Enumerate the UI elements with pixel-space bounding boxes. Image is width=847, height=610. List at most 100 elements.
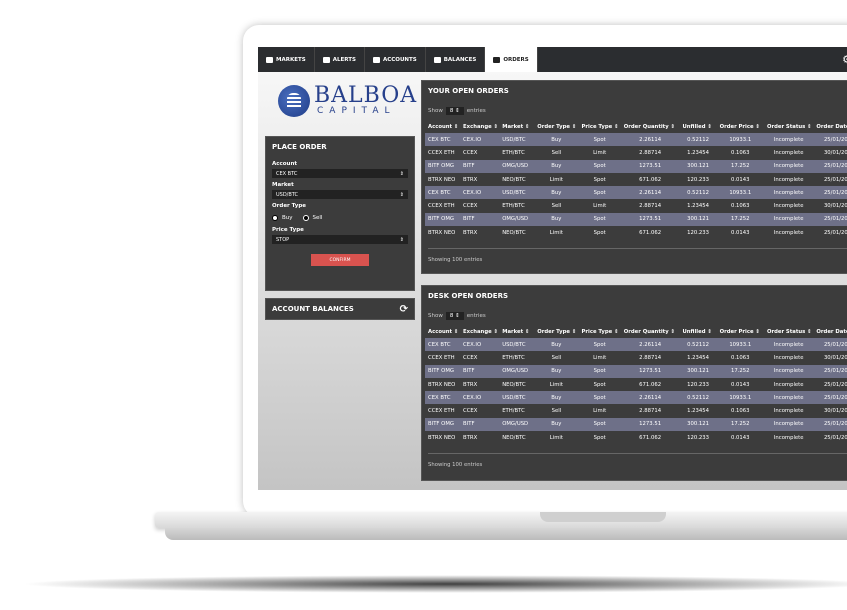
column-header[interactable]: Order Type ⇕: [534, 326, 578, 338]
table-cell: 25/01/2018: [823, 434, 847, 441]
column-header[interactable]: Market ⇕: [499, 121, 534, 133]
table-cell: 30/01/2018: [823, 408, 847, 415]
tab-orders[interactable]: ORDERS: [485, 47, 538, 72]
table-cell: 2.88714: [639, 203, 662, 210]
chart-icon: [266, 56, 273, 63]
table-cell: BTRX: [463, 176, 478, 183]
place-order-panel: PLACE ORDER Account CEX BTC ⇕ Market USD/…: [265, 136, 415, 291]
column-header[interactable]: Unfilled ⇕: [679, 121, 716, 133]
table-cell: 0.0143: [731, 229, 750, 236]
entries-select[interactable]: 8 ⇕: [445, 107, 464, 115]
table-row[interactable]: CEX BTC CEX.IO USD/BTC Buy Spot 2.26114 0.5211…: [425, 338, 847, 352]
gear-icon[interactable]: ⚙: [842, 53, 847, 66]
table-cell: 17.252: [716, 364, 764, 378]
price-type-select[interactable]: STOP ⇕: [272, 235, 408, 244]
panel-title: DESK OPEN ORDERS: [428, 292, 509, 300]
table-cell: BTRX NEO: [428, 176, 456, 183]
table-cell: 300.121: [679, 212, 717, 227]
column-header[interactable]: Market ⇕: [499, 326, 534, 338]
column-header[interactable]: Order Quantity ⇕: [621, 121, 680, 133]
table-cell: 1273.51: [620, 364, 680, 378]
table-cell: BTRX NEO: [428, 381, 456, 388]
table-row[interactable]: CEX BTC CEX.IO USD/BTC Buy Spot 2.26114 0.5211…: [425, 186, 847, 200]
select-arrows-icon: ⇕: [399, 236, 404, 243]
refresh-icon[interactable]: ⟳: [400, 304, 408, 315]
table-cell: USD/BTC: [499, 186, 535, 200]
table-cell: 0.0143: [731, 434, 750, 441]
column-header[interactable]: Price Type ⇕: [579, 121, 621, 133]
alert-icon: [322, 56, 330, 63]
place-order-title: PLACE ORDER: [272, 143, 327, 151]
table-cell: ETH/BTC: [502, 149, 525, 156]
table-row[interactable]: BTRX NEO BTRX NEO/BTC Limit Spot 671.062 120.2…: [425, 173, 847, 186]
column-header[interactable]: Order Date ⇕: [813, 121, 847, 133]
column-header[interactable]: Price Type ⇕: [579, 326, 621, 338]
table-cell: 10933.1: [716, 186, 764, 200]
table-cell: Sell: [551, 149, 562, 156]
table-cell: Limit: [549, 176, 563, 183]
column-header[interactable]: Exchange ⇕: [460, 121, 499, 133]
table-row[interactable]: BITF OMG BITF OMG/USD Buy Spot 1273.51 300.121…: [425, 212, 847, 227]
tab-balances[interactable]: BALANCES: [426, 47, 486, 72]
table-cell: 2.26114: [620, 133, 680, 147]
table-cell: NEO/BTC: [502, 434, 526, 441]
table-cell: CCEX ETH: [428, 408, 455, 415]
column-header[interactable]: Order Date ⇕: [813, 326, 847, 338]
sell-radio[interactable]: [302, 215, 309, 221]
column-header[interactable]: Exchange ⇕: [460, 326, 499, 338]
table-cell: Limit: [593, 149, 607, 156]
tab-alerts[interactable]: ALERTS: [315, 47, 365, 72]
tab-accounts[interactable]: ACCOUNTS: [365, 47, 426, 72]
column-header[interactable]: Account ⇕: [425, 326, 460, 338]
market-select[interactable]: USD/BTC ⇕: [272, 190, 408, 199]
table-cell: CEX BTC: [425, 338, 461, 352]
table-cell: Spot: [578, 159, 621, 173]
table-row[interactable]: CEX BTC CEX.IO USD/BTC Buy Spot 2.26114 0.5211…: [425, 133, 847, 147]
bar-chart-icon: [433, 56, 441, 63]
table-cell: Spot: [578, 417, 621, 432]
table-cell: CCEX ETH: [428, 149, 455, 156]
table-row[interactable]: BTRX NEO BTRX NEO/BTC Limit Spot 671.062 120.2…: [425, 226, 847, 239]
table-cell: OMG/USD: [499, 364, 535, 378]
account-balances-panel[interactable]: ACCOUNT BALANCES ⟳: [265, 298, 415, 320]
table-cell: 0.52112: [679, 391, 717, 405]
table-cell: 671.062: [639, 434, 662, 441]
buy-radio[interactable]: [272, 215, 278, 221]
table-cell: BTRX: [463, 381, 478, 388]
tab-markets[interactable]: MARKETS: [258, 47, 315, 72]
confirm-button[interactable]: CONFIRM: [311, 254, 369, 266]
account-select[interactable]: CEX BTC ⇕: [272, 169, 408, 178]
column-header[interactable]: Account ⇕: [425, 121, 460, 133]
column-header[interactable]: Order Price ⇕: [717, 326, 764, 338]
table-cell: Incomplete: [773, 229, 804, 236]
app-screen: MARKETS ALERTS ACCOUNTS BALANCES ORDERS ⚙ BA…: [258, 47, 847, 490]
column-header[interactable]: Order Price ⇕: [717, 121, 764, 133]
table-cell: 25/01/2018: [813, 338, 847, 352]
table-cell: 0.1063: [731, 203, 750, 210]
table-row[interactable]: CCEX ETH CCEX ETH/BTC Sell Limit 2.88714 1.234…: [425, 146, 847, 159]
table-row[interactable]: BTRX NEO BTRX NEO/BTC Limit Spot 671.062 120.2…: [425, 431, 847, 444]
column-header[interactable]: Order Status ⇕: [764, 121, 813, 133]
sell-label: Sell: [312, 215, 323, 221]
table-row[interactable]: CCEX ETH CCEX ETH/BTC Sell Limit 2.88714 1.234…: [425, 199, 847, 212]
your-open-orders-panel: YOUR OPEN ORDERS Show 8 ⇕ entries Accoun…: [421, 80, 847, 274]
table-cell: 10933.1: [716, 338, 764, 352]
table-row[interactable]: BITF OMG BITF OMG/USD Buy Spot 1273.51 300.121…: [425, 159, 847, 173]
table-cell: 25/01/2018: [813, 186, 847, 200]
table-row[interactable]: CEX BTC CEX.IO USD/BTC Buy Spot 2.26114 0.5211…: [425, 391, 847, 405]
entries-select[interactable]: 8 ⇕: [445, 312, 464, 320]
table-cell: Spot: [578, 364, 621, 378]
table-cell: 1273.51: [620, 417, 680, 432]
column-header[interactable]: Order Status ⇕: [764, 326, 813, 338]
table-row[interactable]: CCEX ETH CCEX ETH/BTC Sell Limit 2.88714 1.234…: [425, 351, 847, 364]
column-header[interactable]: Order Quantity ⇕: [621, 326, 680, 338]
table-row[interactable]: BTRX NEO BTRX NEO/BTC Limit Spot 671.062 120.2…: [425, 378, 847, 391]
table-cell: Spot: [593, 434, 606, 441]
table-row[interactable]: BITF OMG BITF OMG/USD Buy Spot 1273.51 300.121…: [425, 364, 847, 378]
table-row[interactable]: CCEX ETH CCEX ETH/BTC Sell Limit 2.88714 1.234…: [425, 404, 847, 417]
table-row[interactable]: BITF OMG BITF OMG/USD Buy Spot 1273.51 300.121…: [425, 417, 847, 432]
column-header[interactable]: Order Type ⇕: [534, 121, 578, 133]
table-cell: 1273.51: [620, 212, 680, 227]
table-cell: 1.23454: [687, 354, 709, 361]
column-header[interactable]: Unfilled ⇕: [679, 326, 716, 338]
